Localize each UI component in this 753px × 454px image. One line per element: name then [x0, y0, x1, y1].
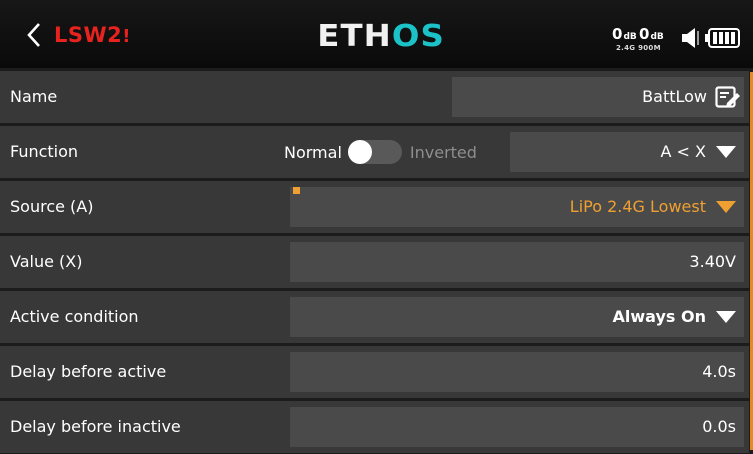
back-button[interactable] [14, 18, 54, 52]
invert-toggle-group: Normal Inverted [284, 126, 477, 178]
toggle-normal-label: Normal [284, 142, 342, 162]
delay-inactive-label: Delay before inactive [10, 417, 181, 436]
name-label: Name [10, 87, 58, 106]
source-value: LiPo 2.4G Lowest [569, 197, 706, 216]
active-condition-value: Always On [612, 307, 706, 326]
delay-active-field[interactable]: 4.0s [290, 352, 744, 392]
source-dropdown[interactable]: LiPo 2.4G Lowest [290, 187, 744, 227]
invert-toggle[interactable] [347, 140, 402, 164]
band-label: 2.4G 900M [616, 44, 661, 52]
name-value: BattLow [642, 87, 707, 106]
row-function: Function Normal Inverted A < X [0, 126, 749, 178]
delay-inactive-value: 0.0s [702, 417, 736, 436]
toggle-inverted-label: Inverted [409, 142, 477, 162]
value-field[interactable]: 3.40V [290, 242, 744, 282]
rssi-900m: 0 dB [639, 25, 664, 43]
toggle-knob [347, 140, 372, 164]
delay-active-label: Delay before active [10, 362, 167, 381]
ethos-logo: ETHOS [317, 19, 445, 54]
function-label: Function [10, 142, 79, 161]
chevron-down-icon [716, 201, 736, 213]
row-delay-inactive: Delay before inactive 0.0s [0, 401, 749, 453]
source-label: Source (A) [10, 197, 94, 216]
battery-icon [705, 28, 740, 48]
function-value: A < X [660, 142, 706, 161]
delay-active-value: 4.0s [702, 362, 736, 381]
page-title: LSW2! [54, 23, 131, 47]
row-source: Source (A) LiPo 2.4G Lowest [0, 181, 749, 233]
rssi-2-4g: 0 dB [612, 25, 637, 43]
header-bar: LSW2! ETHOS 0 dB 0 dB 2.4G 900M [0, 0, 753, 68]
title-marker: ! [122, 26, 131, 47]
active-condition-dropdown[interactable]: Always On [290, 297, 744, 337]
value-value: 3.40V [689, 252, 736, 271]
row-value: Value (X) 3.40V [0, 236, 749, 288]
chevron-down-icon [716, 146, 736, 158]
active-condition-label: Active condition [10, 307, 139, 326]
speaker-icon[interactable] [681, 27, 701, 49]
row-active-condition: Active condition Always On [0, 291, 749, 343]
function-dropdown[interactable]: A < X [510, 132, 744, 172]
row-delay-active: Delay before active 4.0s [0, 346, 749, 398]
value-label: Value (X) [10, 252, 83, 271]
delay-inactive-field[interactable]: 0.0s [290, 407, 744, 447]
edit-icon [715, 86, 740, 108]
source-marker [293, 187, 300, 194]
status-area: 0 dB 0 dB 2.4G 900M [608, 25, 748, 55]
back-chevron-icon [27, 23, 40, 47]
chevron-down-icon [716, 311, 736, 323]
row-name: Name BattLow [0, 71, 749, 123]
name-field[interactable]: BattLow [452, 77, 744, 117]
